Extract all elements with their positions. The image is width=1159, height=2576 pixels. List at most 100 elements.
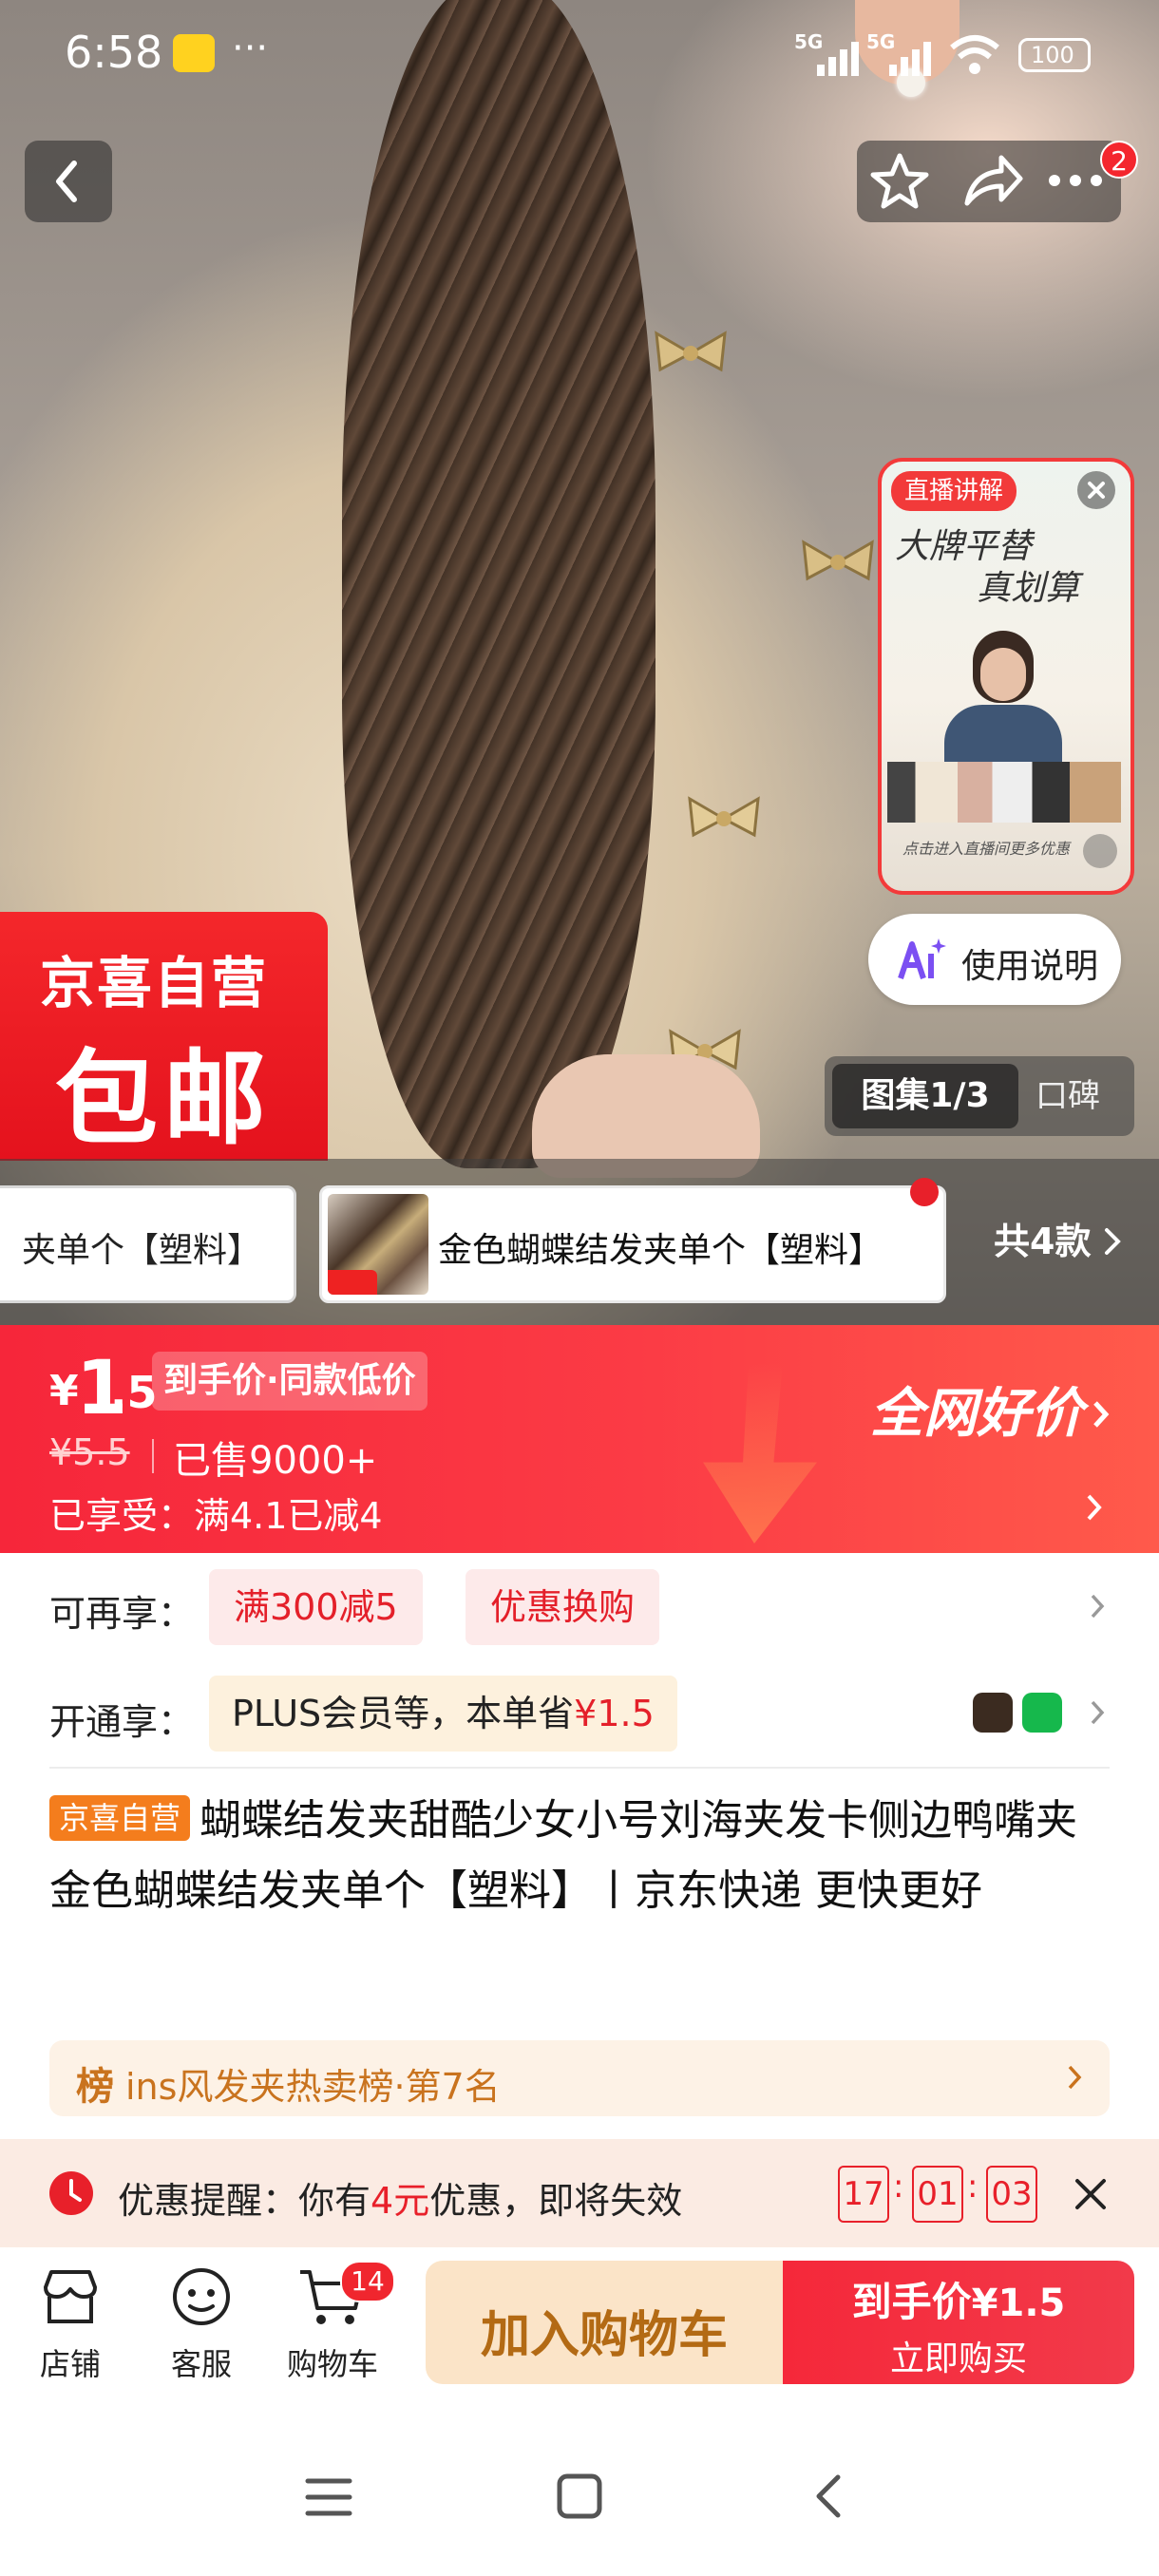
sold-count: 已售9000+ xyxy=(173,1439,378,1483)
products-table xyxy=(887,762,1121,823)
ai-instructions-button[interactable]: 使用说明 xyxy=(868,914,1121,1005)
share-icon[interactable] xyxy=(960,150,1026,213)
home-square-icon[interactable] xyxy=(555,2472,604,2521)
sound-icon[interactable] xyxy=(1083,834,1117,868)
discount-reminder-bar: 优惠提醒：你有4元优惠，即将失效 17 : 01 : 03 xyxy=(0,2139,1159,2247)
variant-thumb-badge xyxy=(328,1270,377,1295)
ranking-banner[interactable]: 榜 ins风发夹热卖榜·第7名 xyxy=(49,2040,1110,2116)
price-decimal: .5 xyxy=(110,1367,158,1418)
ranking-prefix: 榜 xyxy=(76,2065,114,2109)
plus-member-offer[interactable]: PLUS会员等，本单省¥1.5 xyxy=(209,1676,677,1752)
countdown-hours: 17 xyxy=(838,2166,889,2223)
add-to-cart-label: 加入购物车 xyxy=(480,2307,728,2364)
reminder-suffix: 优惠，即将失效 xyxy=(429,2180,683,2222)
store-button[interactable]: 店铺 xyxy=(27,2266,114,2390)
buy-price-label: 到手价 xyxy=(851,2279,972,2325)
battery-icon: 100 xyxy=(1018,38,1091,72)
variant-total[interactable]: 共4款 xyxy=(994,1212,1123,1269)
close-live-button[interactable] xyxy=(1077,471,1115,509)
promo-free-shipping-badge: 京喜自营 包邮 xyxy=(0,912,328,1161)
decorative-arrow xyxy=(703,1363,817,1544)
add-to-cart-button[interactable]: 加入购物车 xyxy=(426,2261,783,2384)
countdown-sep-2: : xyxy=(967,2168,978,2206)
live-headline-2: 真划算 xyxy=(977,569,1080,608)
variant-total-label: 共4款 xyxy=(994,1221,1092,1262)
signal-icon-1: 5G xyxy=(794,30,861,76)
reminder-text: 优惠提醒：你有4元优惠，即将失效 xyxy=(118,2171,682,2224)
crown-icon xyxy=(973,1693,1013,1733)
buy-price-value: ¥1.5 xyxy=(971,2282,1066,2325)
variant-card-previous[interactable]: 夹单个【塑料】 xyxy=(0,1185,296,1303)
menu-icon[interactable] xyxy=(302,2473,355,2521)
service-label: 客服 xyxy=(170,2346,232,2382)
slogan-text: 全网好价 xyxy=(870,1383,1083,1445)
promo-tag-exchange[interactable]: 优惠换购 xyxy=(466,1569,660,1645)
chevron-left-icon xyxy=(56,161,77,202)
status-dots: ··· xyxy=(232,27,269,70)
chevron-right-icon[interactable] xyxy=(1089,1698,1106,1727)
product-title-text: 蝴蝶结发夹甜酷少女小号刘海夹发卡侧边鸭嘴夹 金色蝴蝶结发夹单个【塑料】丨京东快递… xyxy=(49,1796,1078,1915)
bow-clip-3 xyxy=(688,796,760,838)
product-title: 京喜自营 蝴蝶结发夹甜酷少女小号刘海夹发卡侧边鸭嘴夹 金色蝴蝶结发夹单个【塑料】丨… xyxy=(49,1786,1110,1926)
chevron-right-icon xyxy=(1104,1228,1121,1255)
notification-badge: 2 xyxy=(1100,141,1138,179)
variant-selector: 夹单个【塑料】 金色蝴蝶结发夹单个【塑料】 共4款 xyxy=(0,1159,1159,1325)
plus-label: 开通享： xyxy=(49,1701,195,1743)
app-icon xyxy=(173,34,215,72)
more-icon[interactable] xyxy=(1045,169,1106,192)
buy-now-label: 立即购买 xyxy=(889,2339,1027,2378)
bow-clip-2 xyxy=(802,540,874,581)
store-icon xyxy=(44,2270,97,2323)
ai-sparkle-icon xyxy=(898,938,946,979)
variant-card-selected[interactable]: 金色蝴蝶结发夹单个【塑料】 xyxy=(319,1185,946,1303)
ranking-text: ins风发夹热卖榜·第7名 xyxy=(125,2066,501,2108)
countdown-seconds: 03 xyxy=(986,2166,1037,2223)
chevron-right-icon xyxy=(1093,1401,1110,1428)
cart-count-badge: 14 xyxy=(340,2261,395,2302)
variant-new-dot xyxy=(910,1178,939,1206)
live-video-card[interactable]: 直播讲解 大牌平替 真划算 点击进入直播间更多优惠 xyxy=(878,458,1134,895)
hair-braid-image xyxy=(342,0,656,1168)
buy-now-button[interactable]: 到手价¥1.5 立即购买 xyxy=(783,2261,1134,2384)
presenter-face xyxy=(980,648,1026,701)
system-back-icon[interactable] xyxy=(809,2472,847,2521)
cart-label: 购物车 xyxy=(286,2346,378,2382)
bag-icon xyxy=(1022,1693,1062,1733)
variant-prev-label: 夹单个【塑料】 xyxy=(22,1231,262,1270)
customer-service-button[interactable]: 客服 xyxy=(158,2266,245,2390)
promo-line1: 京喜自营 xyxy=(40,951,269,1015)
close-icon xyxy=(1088,482,1105,499)
reminder-amount: 4元 xyxy=(370,2180,430,2222)
clock-icon xyxy=(49,2171,93,2215)
enjoyed-discount[interactable]: 已享受：满4.1已减4 xyxy=(49,1487,383,1539)
live-caption: 点击进入直播间更多优惠 xyxy=(902,840,1071,858)
tab-reviews[interactable]: 口碑 xyxy=(1036,1064,1130,1128)
back-button[interactable] xyxy=(25,141,112,222)
price-divider xyxy=(152,1439,154,1473)
store-label: 店铺 xyxy=(39,2346,101,2382)
tab-gallery[interactable]: 图集1/3 xyxy=(832,1064,1018,1128)
chevron-right-icon[interactable] xyxy=(1089,1592,1106,1620)
good-price-slogan[interactable]: 全网好价 xyxy=(870,1371,1111,1448)
reminder-label: 优惠提醒：你有 xyxy=(118,2180,371,2222)
buy-price-line: 到手价¥1.5 xyxy=(783,2270,1134,2328)
countdown-minutes: 01 xyxy=(912,2166,963,2223)
promo-tag-300-5[interactable]: 满300减5 xyxy=(209,1569,423,1645)
chevron-right-icon xyxy=(1068,2065,1082,2090)
promo-line2: 包邮 xyxy=(55,1040,273,1159)
price-banner: ¥ 1 .5 到手价·同款低价 ¥5.5 已售9000+ 已享受：满4.1已减4… xyxy=(0,1325,1159,1553)
ai-button-label: 使用说明 xyxy=(961,947,1099,986)
signal-icon-2: 5G xyxy=(866,30,933,76)
status-time: 6:58 xyxy=(65,27,163,78)
favorite-star-icon[interactable] xyxy=(868,150,931,213)
price-original: ¥5.5 xyxy=(49,1431,130,1473)
close-icon[interactable] xyxy=(1072,2175,1110,2213)
bow-clip-1 xyxy=(655,331,727,372)
live-tag: 直播讲解 xyxy=(891,471,1017,511)
chevron-right-icon[interactable] xyxy=(1085,1492,1104,1523)
countdown-sep-1: : xyxy=(893,2168,904,2206)
self-operated-badge: 京喜自营 xyxy=(49,1795,191,1841)
price-tag: 到手价·同款低价 xyxy=(152,1352,428,1411)
more-promo-label: 可再享： xyxy=(49,1593,195,1635)
plus-amount: ¥1.5 xyxy=(574,1693,655,1734)
